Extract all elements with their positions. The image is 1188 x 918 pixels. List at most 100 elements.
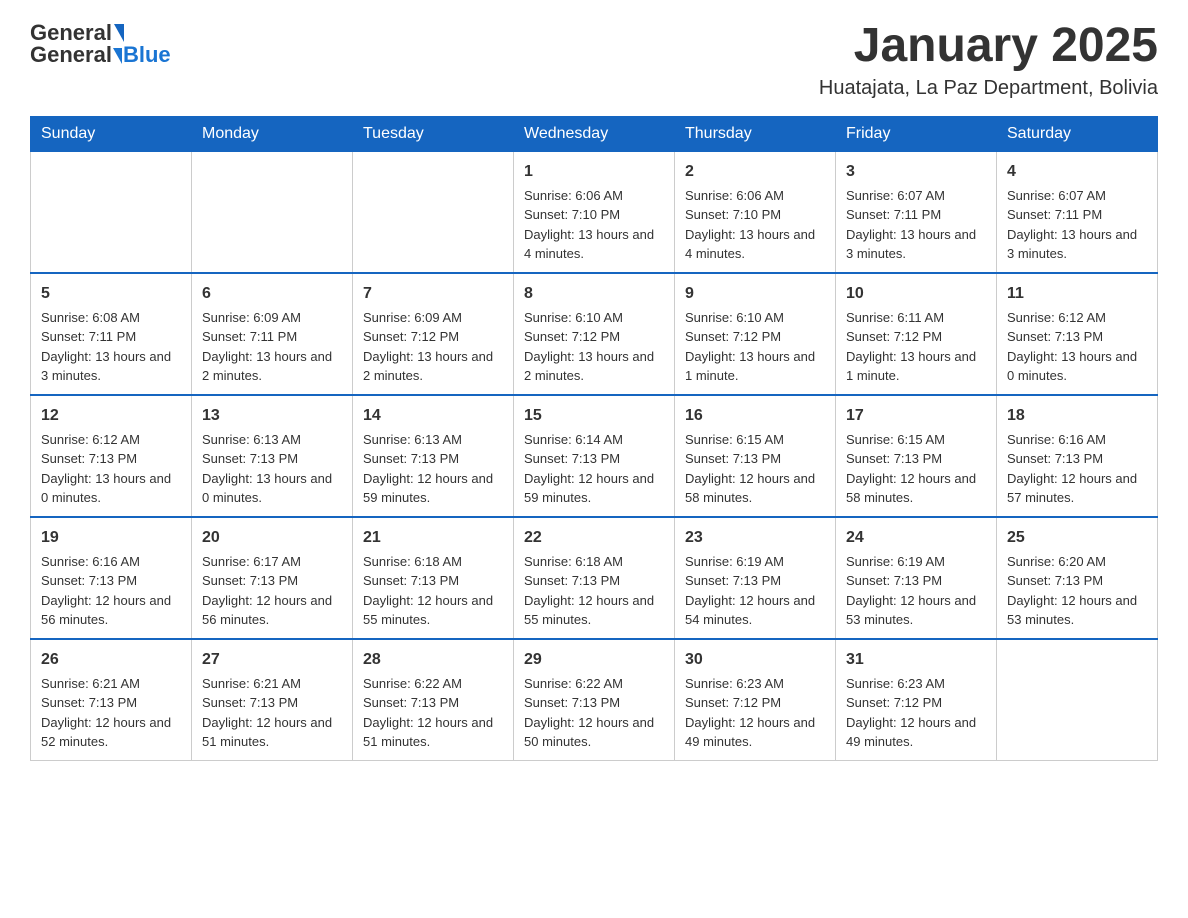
calendar-cell: 4Sunrise: 6:07 AM Sunset: 7:11 PM Daylig… bbox=[997, 151, 1158, 273]
calendar-cell: 12Sunrise: 6:12 AM Sunset: 7:13 PM Dayli… bbox=[31, 395, 192, 517]
calendar-cell: 22Sunrise: 6:18 AM Sunset: 7:13 PM Dayli… bbox=[514, 517, 675, 639]
day-info: Sunrise: 6:22 AM Sunset: 7:13 PM Dayligh… bbox=[363, 674, 503, 752]
calendar-day-header: Wednesday bbox=[514, 116, 675, 151]
logo-blue-text: Blue bbox=[123, 42, 171, 67]
day-info: Sunrise: 6:06 AM Sunset: 7:10 PM Dayligh… bbox=[685, 186, 825, 264]
day-number: 9 bbox=[685, 282, 825, 306]
day-number: 14 bbox=[363, 404, 503, 428]
calendar-cell: 17Sunrise: 6:15 AM Sunset: 7:13 PM Dayli… bbox=[836, 395, 997, 517]
day-number: 8 bbox=[524, 282, 664, 306]
calendar-header-row: SundayMondayTuesdayWednesdayThursdayFrid… bbox=[31, 116, 1158, 151]
calendar-cell: 29Sunrise: 6:22 AM Sunset: 7:13 PM Dayli… bbox=[514, 639, 675, 761]
calendar-cell: 15Sunrise: 6:14 AM Sunset: 7:13 PM Dayli… bbox=[514, 395, 675, 517]
calendar-week-row: 5Sunrise: 6:08 AM Sunset: 7:11 PM Daylig… bbox=[31, 273, 1158, 395]
calendar-cell: 10Sunrise: 6:11 AM Sunset: 7:12 PM Dayli… bbox=[836, 273, 997, 395]
calendar-cell bbox=[353, 151, 514, 273]
day-info: Sunrise: 6:20 AM Sunset: 7:13 PM Dayligh… bbox=[1007, 552, 1147, 630]
calendar-day-header: Thursday bbox=[675, 116, 836, 151]
calendar-cell: 28Sunrise: 6:22 AM Sunset: 7:13 PM Dayli… bbox=[353, 639, 514, 761]
day-info: Sunrise: 6:22 AM Sunset: 7:13 PM Dayligh… bbox=[524, 674, 664, 752]
calendar-week-row: 19Sunrise: 6:16 AM Sunset: 7:13 PM Dayli… bbox=[31, 517, 1158, 639]
calendar-cell: 1Sunrise: 6:06 AM Sunset: 7:10 PM Daylig… bbox=[514, 151, 675, 273]
day-info: Sunrise: 6:07 AM Sunset: 7:11 PM Dayligh… bbox=[846, 186, 986, 264]
calendar-cell: 3Sunrise: 6:07 AM Sunset: 7:11 PM Daylig… bbox=[836, 151, 997, 273]
calendar-cell: 26Sunrise: 6:21 AM Sunset: 7:13 PM Dayli… bbox=[31, 639, 192, 761]
calendar-week-row: 1Sunrise: 6:06 AM Sunset: 7:10 PM Daylig… bbox=[31, 151, 1158, 273]
location-title: Huatajata, La Paz Department, Bolivia bbox=[819, 77, 1158, 100]
day-number: 5 bbox=[41, 282, 181, 306]
calendar-cell: 31Sunrise: 6:23 AM Sunset: 7:12 PM Dayli… bbox=[836, 639, 997, 761]
calendar-day-header: Monday bbox=[192, 116, 353, 151]
calendar-cell: 8Sunrise: 6:10 AM Sunset: 7:12 PM Daylig… bbox=[514, 273, 675, 395]
day-number: 30 bbox=[685, 648, 825, 672]
logo-general-2: General bbox=[30, 42, 112, 67]
day-info: Sunrise: 6:18 AM Sunset: 7:13 PM Dayligh… bbox=[524, 552, 664, 630]
calendar-cell: 6Sunrise: 6:09 AM Sunset: 7:11 PM Daylig… bbox=[192, 273, 353, 395]
day-number: 20 bbox=[202, 526, 342, 550]
day-info: Sunrise: 6:08 AM Sunset: 7:11 PM Dayligh… bbox=[41, 308, 181, 386]
day-info: Sunrise: 6:10 AM Sunset: 7:12 PM Dayligh… bbox=[685, 308, 825, 386]
day-number: 15 bbox=[524, 404, 664, 428]
day-info: Sunrise: 6:13 AM Sunset: 7:13 PM Dayligh… bbox=[363, 430, 503, 508]
day-number: 2 bbox=[685, 160, 825, 184]
day-number: 28 bbox=[363, 648, 503, 672]
day-number: 25 bbox=[1007, 526, 1147, 550]
day-info: Sunrise: 6:13 AM Sunset: 7:13 PM Dayligh… bbox=[202, 430, 342, 508]
calendar-cell: 13Sunrise: 6:13 AM Sunset: 7:13 PM Dayli… bbox=[192, 395, 353, 517]
day-number: 19 bbox=[41, 526, 181, 550]
day-info: Sunrise: 6:14 AM Sunset: 7:13 PM Dayligh… bbox=[524, 430, 664, 508]
day-number: 13 bbox=[202, 404, 342, 428]
day-number: 23 bbox=[685, 526, 825, 550]
day-number: 26 bbox=[41, 648, 181, 672]
day-info: Sunrise: 6:15 AM Sunset: 7:13 PM Dayligh… bbox=[685, 430, 825, 508]
calendar-cell: 14Sunrise: 6:13 AM Sunset: 7:13 PM Dayli… bbox=[353, 395, 514, 517]
calendar-table: SundayMondayTuesdayWednesdayThursdayFrid… bbox=[30, 116, 1158, 761]
day-info: Sunrise: 6:17 AM Sunset: 7:13 PM Dayligh… bbox=[202, 552, 342, 630]
day-number: 3 bbox=[846, 160, 986, 184]
day-number: 4 bbox=[1007, 160, 1147, 184]
day-info: Sunrise: 6:19 AM Sunset: 7:13 PM Dayligh… bbox=[685, 552, 825, 630]
day-info: Sunrise: 6:06 AM Sunset: 7:10 PM Dayligh… bbox=[524, 186, 664, 264]
day-info: Sunrise: 6:16 AM Sunset: 7:13 PM Dayligh… bbox=[41, 552, 181, 630]
day-number: 21 bbox=[363, 526, 503, 550]
day-number: 16 bbox=[685, 404, 825, 428]
calendar-cell: 9Sunrise: 6:10 AM Sunset: 7:12 PM Daylig… bbox=[675, 273, 836, 395]
day-info: Sunrise: 6:10 AM Sunset: 7:12 PM Dayligh… bbox=[524, 308, 664, 386]
day-info: Sunrise: 6:16 AM Sunset: 7:13 PM Dayligh… bbox=[1007, 430, 1147, 508]
day-number: 7 bbox=[363, 282, 503, 306]
title-block: January 2025 Huatajata, La Paz Departmen… bbox=[819, 20, 1158, 100]
day-info: Sunrise: 6:12 AM Sunset: 7:13 PM Dayligh… bbox=[41, 430, 181, 508]
calendar-cell: 20Sunrise: 6:17 AM Sunset: 7:13 PM Dayli… bbox=[192, 517, 353, 639]
day-number: 24 bbox=[846, 526, 986, 550]
day-number: 10 bbox=[846, 282, 986, 306]
day-info: Sunrise: 6:19 AM Sunset: 7:13 PM Dayligh… bbox=[846, 552, 986, 630]
day-number: 18 bbox=[1007, 404, 1147, 428]
calendar-cell: 11Sunrise: 6:12 AM Sunset: 7:13 PM Dayli… bbox=[997, 273, 1158, 395]
calendar-cell: 7Sunrise: 6:09 AM Sunset: 7:12 PM Daylig… bbox=[353, 273, 514, 395]
calendar-cell bbox=[997, 639, 1158, 761]
day-number: 17 bbox=[846, 404, 986, 428]
calendar-week-row: 12Sunrise: 6:12 AM Sunset: 7:13 PM Dayli… bbox=[31, 395, 1158, 517]
day-info: Sunrise: 6:07 AM Sunset: 7:11 PM Dayligh… bbox=[1007, 186, 1147, 264]
calendar-cell: 30Sunrise: 6:23 AM Sunset: 7:12 PM Dayli… bbox=[675, 639, 836, 761]
day-number: 29 bbox=[524, 648, 664, 672]
calendar-cell: 24Sunrise: 6:19 AM Sunset: 7:13 PM Dayli… bbox=[836, 517, 997, 639]
calendar-cell: 5Sunrise: 6:08 AM Sunset: 7:11 PM Daylig… bbox=[31, 273, 192, 395]
day-number: 1 bbox=[524, 160, 664, 184]
day-number: 31 bbox=[846, 648, 986, 672]
day-info: Sunrise: 6:12 AM Sunset: 7:13 PM Dayligh… bbox=[1007, 308, 1147, 386]
calendar-cell bbox=[31, 151, 192, 273]
calendar-cell: 27Sunrise: 6:21 AM Sunset: 7:13 PM Dayli… bbox=[192, 639, 353, 761]
day-info: Sunrise: 6:23 AM Sunset: 7:12 PM Dayligh… bbox=[846, 674, 986, 752]
calendar-cell: 25Sunrise: 6:20 AM Sunset: 7:13 PM Dayli… bbox=[997, 517, 1158, 639]
day-number: 22 bbox=[524, 526, 664, 550]
calendar-cell: 2Sunrise: 6:06 AM Sunset: 7:10 PM Daylig… bbox=[675, 151, 836, 273]
day-number: 6 bbox=[202, 282, 342, 306]
month-title: January 2025 bbox=[819, 20, 1158, 73]
day-info: Sunrise: 6:23 AM Sunset: 7:12 PM Dayligh… bbox=[685, 674, 825, 752]
day-info: Sunrise: 6:21 AM Sunset: 7:13 PM Dayligh… bbox=[202, 674, 342, 752]
logo-triangle-icon bbox=[114, 24, 124, 42]
calendar-day-header: Friday bbox=[836, 116, 997, 151]
calendar-day-header: Tuesday bbox=[353, 116, 514, 151]
page-header: General GeneralBlue January 2025 Huataja… bbox=[30, 20, 1158, 100]
